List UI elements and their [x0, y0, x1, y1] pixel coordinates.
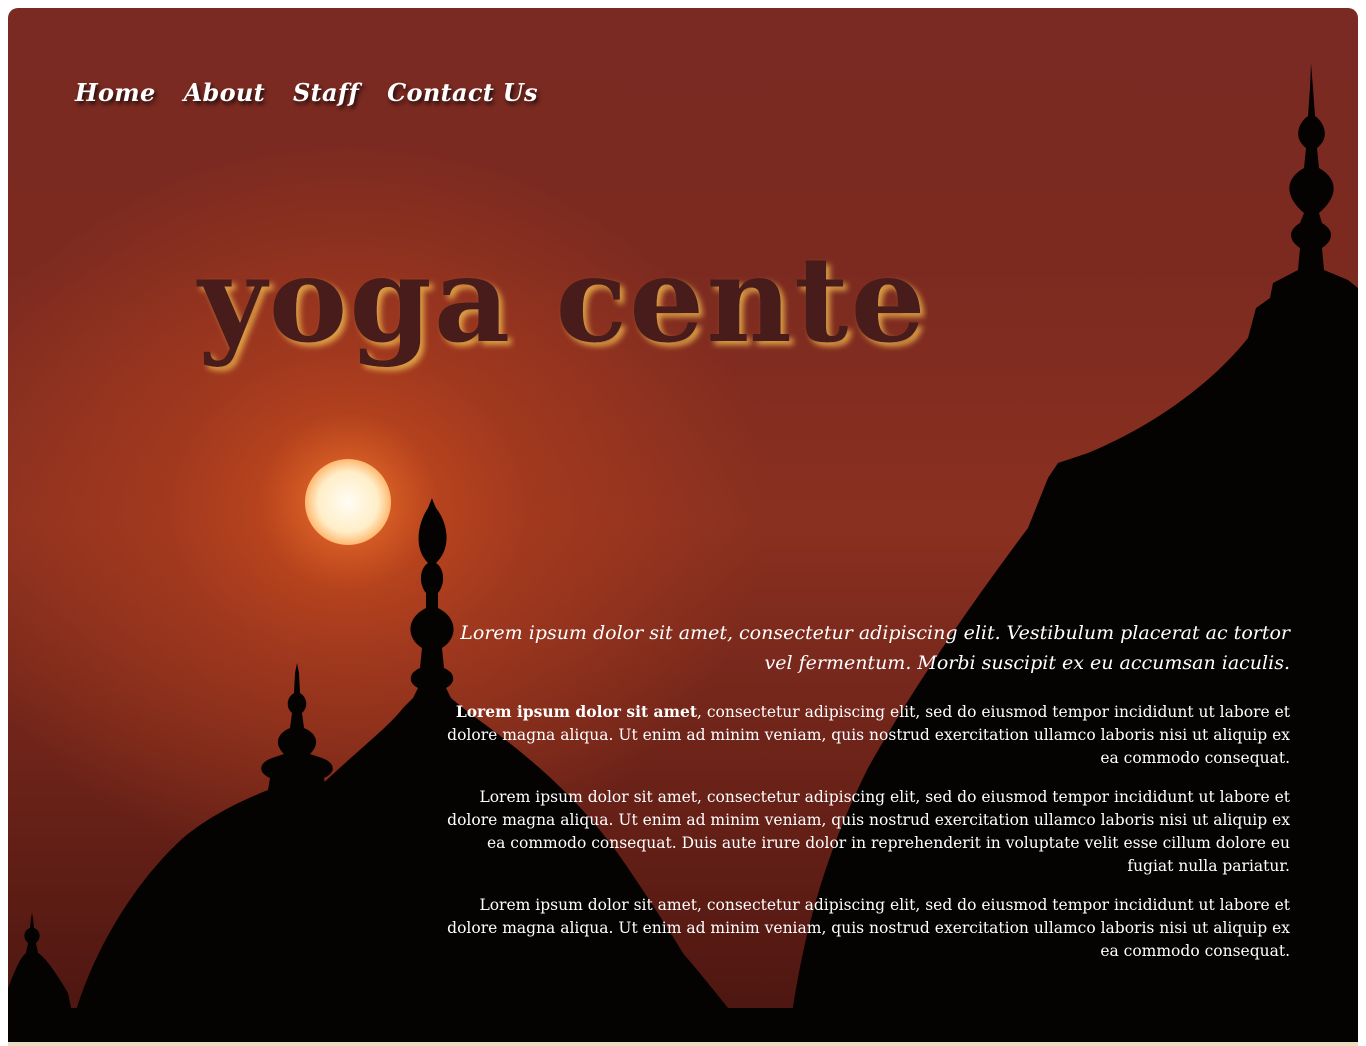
content-paragraph-3: Lorem ipsum dolor sit amet, consectetur … — [447, 896, 1290, 960]
nav-contact-us-link[interactable]: Contact Us — [387, 78, 538, 107]
main-content: Lorem ipsum dolor sit amet, consectetur … — [438, 618, 1290, 979]
site-logo: yoga center — [188, 230, 990, 393]
content-paragraph-2: Lorem ipsum dolor sit amet, consectetur … — [447, 788, 1290, 875]
nav-home-link[interactable]: Home — [75, 78, 156, 107]
nav-staff-link[interactable]: Staff — [293, 78, 359, 107]
small-dome-silhouette — [68, 663, 378, 1042]
content-paragraph-1: Lorem ipsum dolor sit amet, consectetur … — [438, 700, 1290, 770]
logo-text: yoga center — [196, 233, 928, 369]
nav-about-link[interactable]: About — [184, 78, 265, 107]
sun — [305, 459, 391, 545]
intro-text: Lorem ipsum dolor sit amet, consectetur … — [460, 622, 1290, 674]
bottom-border — [8, 1042, 1358, 1046]
hero-background: Home About Staff Contact Us yoga center … — [8, 8, 1358, 1042]
logo-wordmark-image: yoga center — [196, 230, 990, 369]
main-nav: Home About Staff Contact Us — [75, 78, 538, 107]
paragraph-lead-bold: Lorem ipsum dolor sit amet — [455, 702, 697, 721]
